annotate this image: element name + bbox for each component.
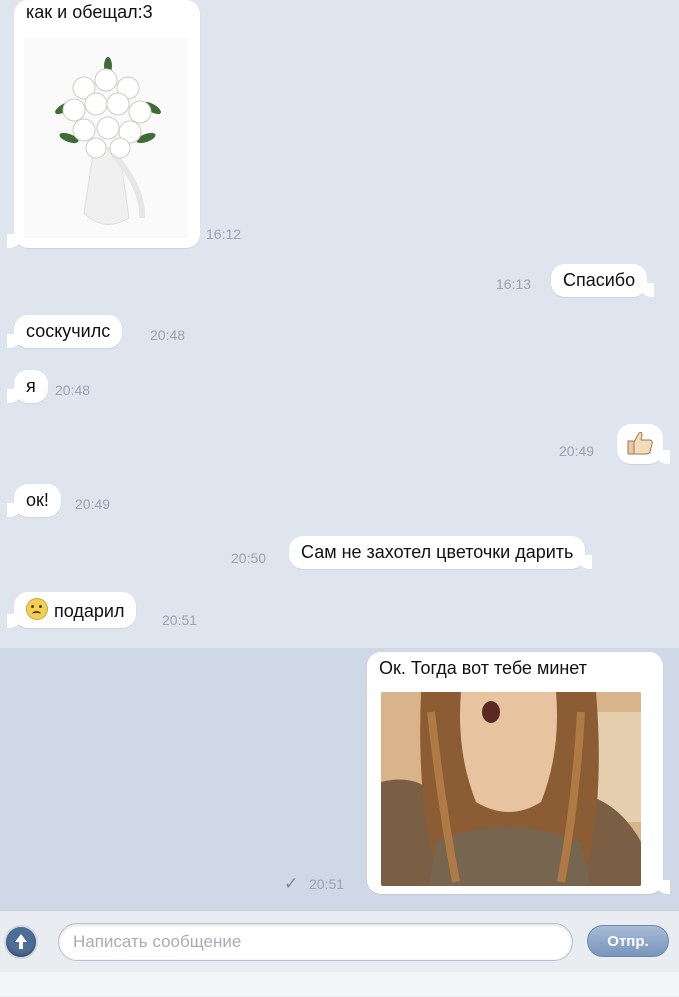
thumbs-up-icon xyxy=(627,431,653,455)
message-bubble-outgoing[interactable]: Спасибо xyxy=(551,264,655,297)
message-bubble-outgoing[interactable] xyxy=(617,424,670,464)
message-bubble-incoming[interactable]: как и обещал:3 xyxy=(7,0,200,248)
message-text: Ок. Тогда вот тебе минет xyxy=(379,658,587,678)
message-bubble-incoming[interactable]: соскучилс xyxy=(6,315,123,348)
message-text: ок! xyxy=(26,490,49,510)
message-time: 20:48 xyxy=(150,327,186,343)
girl-photo[interactable] xyxy=(381,692,641,886)
attach-button[interactable] xyxy=(6,927,36,957)
message-text: соскучилс xyxy=(26,321,111,341)
message-text: я xyxy=(26,376,36,396)
message-time: 20:48 xyxy=(55,382,91,398)
message-text: Сам не захотел цветочки дарить xyxy=(301,542,574,562)
message-bubble-incoming[interactable]: подарил xyxy=(6,592,137,628)
girl-photo-illustration xyxy=(381,692,641,886)
message-time: 20:51 xyxy=(309,876,345,892)
message-bubble-incoming[interactable]: я xyxy=(7,370,48,403)
message-bubble-incoming[interactable]: ок! xyxy=(7,484,61,517)
message-text: как и обещал:3 xyxy=(26,2,153,22)
message-bubble-outgoing[interactable]: Ок. Тогда вот тебе минет xyxy=(367,652,670,894)
message-status: ✓ xyxy=(284,874,299,893)
bottom-strip xyxy=(0,972,679,996)
message-text: подарил xyxy=(54,601,125,621)
message-text: Спасибо xyxy=(563,270,636,290)
sad-face-icon xyxy=(26,598,48,620)
message-time: 20:51 xyxy=(162,612,198,628)
send-button[interactable]: Отпр. xyxy=(587,925,669,957)
bouquet-photo[interactable] xyxy=(24,38,188,238)
message-list[interactable]: как и обещал:3 16:12 16:13 Спасибо соску… xyxy=(0,0,679,910)
message-bubble-outgoing[interactable]: Сам не захотел цветочки дарить xyxy=(289,536,593,569)
arrow-up-icon xyxy=(15,934,27,949)
message-time: 20:49 xyxy=(75,496,111,512)
bouquet-illustration xyxy=(55,57,161,225)
message-input[interactable] xyxy=(58,923,573,961)
message-time: 16:12 xyxy=(206,226,242,242)
message-time: 20:50 xyxy=(231,550,267,566)
message-time: 20:49 xyxy=(559,443,595,459)
message-time: 16:13 xyxy=(496,276,532,292)
